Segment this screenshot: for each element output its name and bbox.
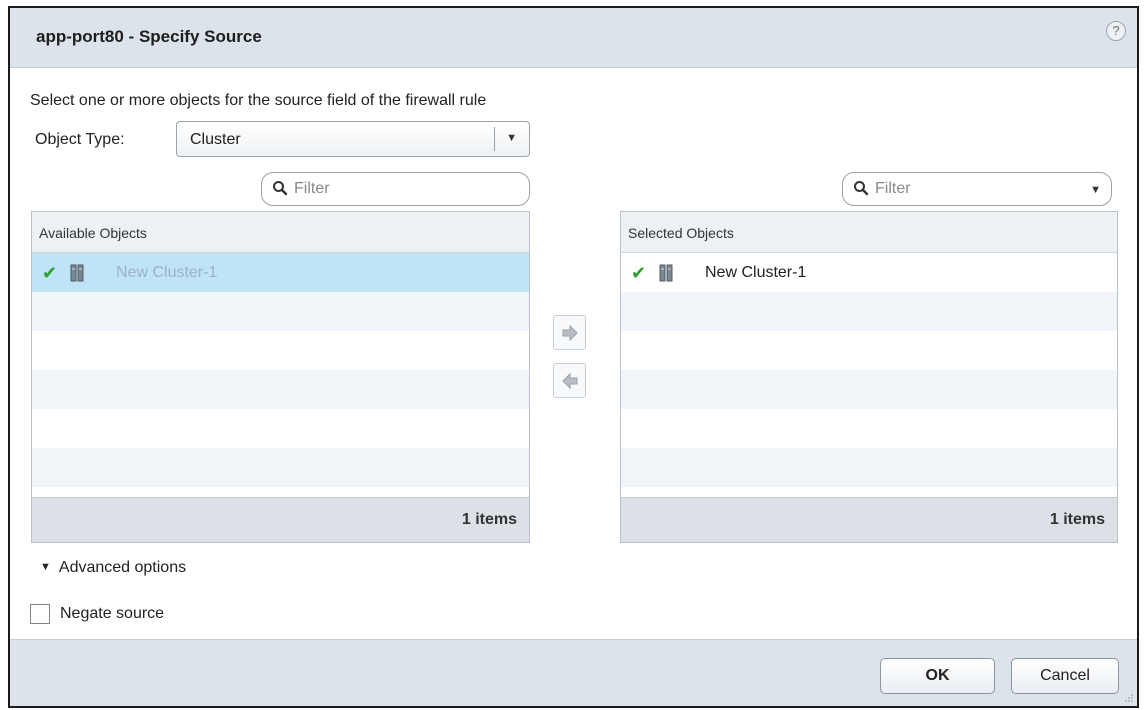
- available-filter-input[interactable]: Filter: [261, 172, 530, 206]
- available-objects-footer: 1 items: [32, 497, 529, 542]
- triangle-down-icon: ▼: [40, 561, 51, 573]
- selected-objects-header: Selected Objects: [621, 212, 1117, 253]
- add-selected-button[interactable]: [553, 315, 586, 350]
- dialog-titlebar: app-port80 - Specify Source ?: [10, 8, 1137, 68]
- resize-grip-icon[interactable]: [1124, 693, 1134, 703]
- selected-objects-list: ✔ New Cluster-1: [621, 253, 1117, 487]
- cluster-icon: [70, 264, 84, 282]
- chevron-down-icon[interactable]: ▼: [506, 132, 517, 144]
- empty-row: [621, 292, 1117, 331]
- object-type-value: Cluster: [190, 131, 241, 148]
- empty-row: [32, 292, 529, 331]
- available-count: 1 items: [461, 511, 517, 528]
- select-divider: [494, 127, 495, 151]
- empty-row: [621, 370, 1117, 409]
- help-icon[interactable]: ?: [1106, 21, 1126, 41]
- checkbox-box[interactable]: [30, 604, 50, 624]
- list-item-label: New Cluster-1: [116, 264, 218, 281]
- search-icon: [854, 181, 869, 196]
- ok-button[interactable]: OK: [880, 658, 995, 694]
- selected-objects-footer: 1 items: [621, 497, 1117, 542]
- dialog-footer: OK Cancel: [10, 639, 1137, 706]
- available-objects-list: ✔ New Cluster-1: [32, 253, 529, 487]
- empty-row: [32, 448, 529, 487]
- specify-source-dialog: app-port80 - Specify Source ? Select one…: [8, 6, 1139, 708]
- empty-row: [621, 331, 1117, 370]
- checkmark-icon: ✔: [42, 263, 58, 283]
- cancel-button[interactable]: Cancel: [1011, 658, 1119, 694]
- selected-objects-header-label: Selected Objects: [628, 225, 734, 241]
- instructions-text: Select one or more objects for the sourc…: [30, 92, 487, 109]
- available-filter-placeholder: Filter: [294, 180, 330, 197]
- arrow-right-icon: [562, 324, 578, 342]
- available-objects-header: Available Objects: [32, 212, 529, 253]
- empty-row: [621, 409, 1117, 448]
- checkmark-icon: ✔: [631, 263, 647, 283]
- available-objects-panel: Available Objects ✔ New Cluster-1 1 item…: [31, 211, 530, 543]
- search-icon: [273, 181, 288, 196]
- object-type-select[interactable]: Cluster ▼: [176, 121, 530, 157]
- negate-source-label: Negate source: [60, 605, 165, 622]
- list-item[interactable]: ✔ New Cluster-1: [32, 253, 529, 292]
- arrow-left-icon: [562, 372, 578, 390]
- selected-filter-placeholder: Filter: [875, 180, 911, 197]
- cluster-icon: [659, 264, 673, 282]
- selected-filter-input[interactable]: Filter ▼: [842, 172, 1112, 206]
- advanced-options-toggle[interactable]: ▼ Advanced options: [40, 559, 186, 577]
- dialog-title: app-port80 - Specify Source: [36, 27, 262, 46]
- list-item[interactable]: ✔ New Cluster-1: [621, 253, 1117, 292]
- object-type-label: Object Type:: [35, 131, 125, 148]
- list-item-label: New Cluster-1: [705, 264, 807, 281]
- empty-row: [621, 448, 1117, 487]
- empty-row: [32, 370, 529, 409]
- available-objects-header-label: Available Objects: [39, 225, 147, 241]
- filter-dropdown-icon[interactable]: ▼: [1090, 184, 1101, 196]
- empty-row: [32, 409, 529, 448]
- advanced-options-label: Advanced options: [58, 559, 187, 576]
- selected-count: 1 items: [1049, 511, 1105, 528]
- remove-selected-button[interactable]: [553, 363, 586, 398]
- empty-row: [32, 331, 529, 370]
- selected-objects-panel: Selected Objects ✔ New Cluster-1 1 items: [620, 211, 1118, 543]
